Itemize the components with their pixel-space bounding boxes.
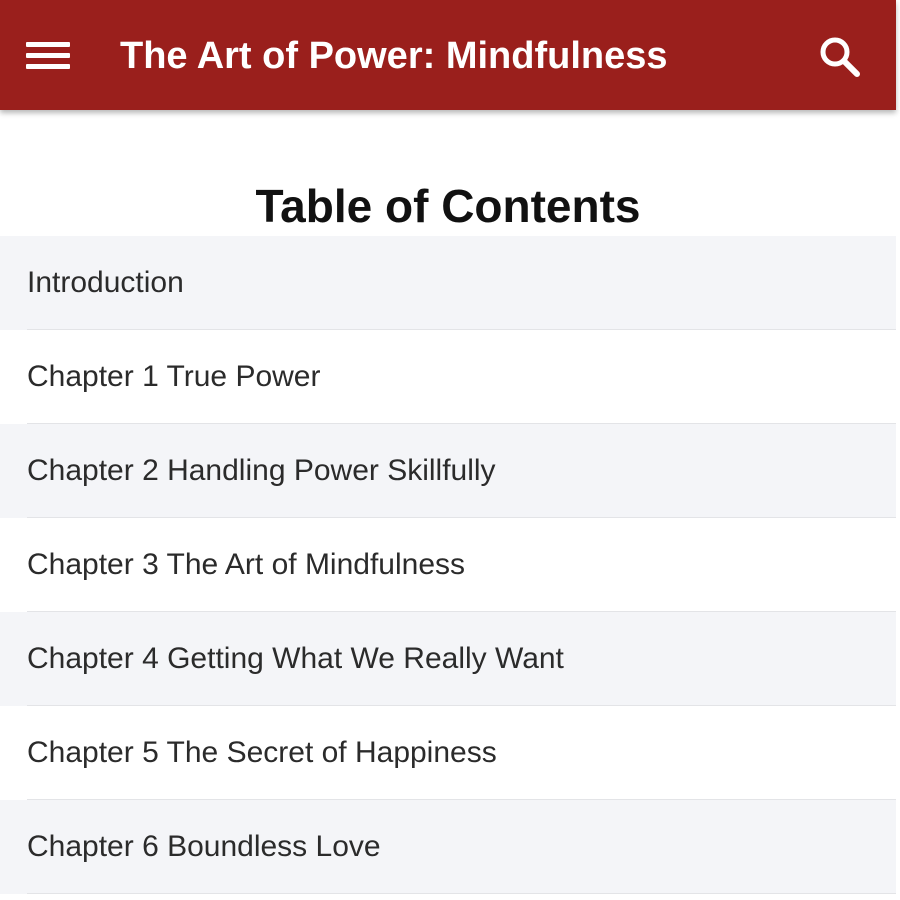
toc-item-chapter-3[interactable]: Chapter 3 The Art of Mindfulness	[0, 518, 896, 612]
toc-item-chapter-4[interactable]: Chapter 4 Getting What We Really Want	[0, 612, 896, 706]
app-title: The Art of Power: Mindfulness	[120, 35, 668, 77]
app-toolbar: The Art of Power: Mindfulness	[0, 0, 896, 110]
menu-button[interactable]	[18, 30, 76, 80]
toc-item-chapter-1[interactable]: Chapter 1 True Power	[0, 330, 896, 424]
toc-item-chapter-5[interactable]: Chapter 5 The Secret of Happiness	[0, 706, 896, 800]
hamburger-menu-icon	[26, 42, 70, 69]
toc-heading: Table of Contents	[255, 179, 641, 232]
toc-item-chapter-6[interactable]: Chapter 6 Boundless Love	[0, 800, 896, 894]
search-button[interactable]	[812, 30, 868, 82]
toc-item-chapter-2[interactable]: Chapter 2 Handling Power Skillfully	[0, 424, 896, 518]
toc-item-introduction[interactable]: Introduction	[0, 236, 896, 330]
toc-list: Introduction Chapter 1 True Power Chapte…	[0, 236, 896, 894]
app-screen: The Art of Power: Mindfulness Table of C…	[0, 0, 900, 900]
search-icon	[820, 37, 860, 77]
